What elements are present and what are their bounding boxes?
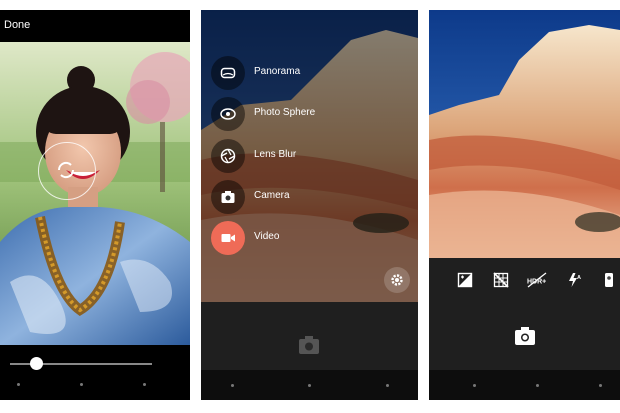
portrait-photo bbox=[0, 42, 190, 345]
svg-text:A: A bbox=[577, 275, 581, 281]
photo-sphere-icon bbox=[211, 97, 245, 131]
blur-slider-thumb[interactable] bbox=[30, 357, 44, 370]
video-icon bbox=[211, 221, 245, 255]
focus-refresh-icon bbox=[57, 161, 75, 179]
top-bar: Done bbox=[0, 10, 190, 42]
shutter-bar bbox=[429, 302, 620, 370]
nav-dots bbox=[0, 383, 190, 386]
shutter-button[interactable] bbox=[514, 326, 536, 346]
camera-settings-screen: HDR+ A bbox=[429, 10, 620, 400]
mode-lens-blur[interactable]: Lens Blur bbox=[211, 139, 391, 173]
mode-label: Photo Sphere bbox=[254, 107, 316, 118]
nav-dots bbox=[429, 370, 620, 400]
blur-slider-area bbox=[0, 345, 190, 400]
mode-camera[interactable]: Camera bbox=[211, 180, 391, 214]
settings-button[interactable] bbox=[384, 267, 410, 293]
nav-dots bbox=[201, 370, 418, 400]
mode-label: Video bbox=[254, 231, 280, 242]
mode-video[interactable]: Video bbox=[211, 221, 391, 255]
lens-blur-screen: Done bbox=[0, 10, 190, 400]
done-button[interactable]: Done bbox=[4, 19, 30, 31]
camera-icon bbox=[211, 180, 245, 214]
settings-bar: HDR+ A bbox=[429, 258, 620, 302]
panorama-icon bbox=[211, 56, 245, 90]
gear-icon bbox=[391, 274, 403, 286]
mode-label: Camera bbox=[254, 190, 290, 201]
mode-photo-sphere[interactable]: Photo Sphere bbox=[211, 97, 391, 131]
landscape-photo bbox=[429, 10, 620, 258]
flash-auto-icon[interactable]: A bbox=[567, 272, 583, 288]
mode-menu-screen: Panorama Photo Sphere Lens Blur Camera V… bbox=[201, 10, 418, 400]
lens-blur-icon bbox=[211, 139, 245, 173]
mode-panorama[interactable]: Panorama bbox=[211, 56, 391, 90]
mode-label: Panorama bbox=[254, 66, 301, 77]
exposure-icon[interactable] bbox=[457, 272, 473, 288]
hdr-plus-icon[interactable]: HDR+ bbox=[527, 272, 547, 288]
shutter-button[interactable] bbox=[298, 335, 320, 355]
switch-camera-icon[interactable] bbox=[601, 272, 617, 288]
grid-off-icon[interactable] bbox=[493, 272, 509, 288]
mode-label: Lens Blur bbox=[254, 149, 297, 160]
